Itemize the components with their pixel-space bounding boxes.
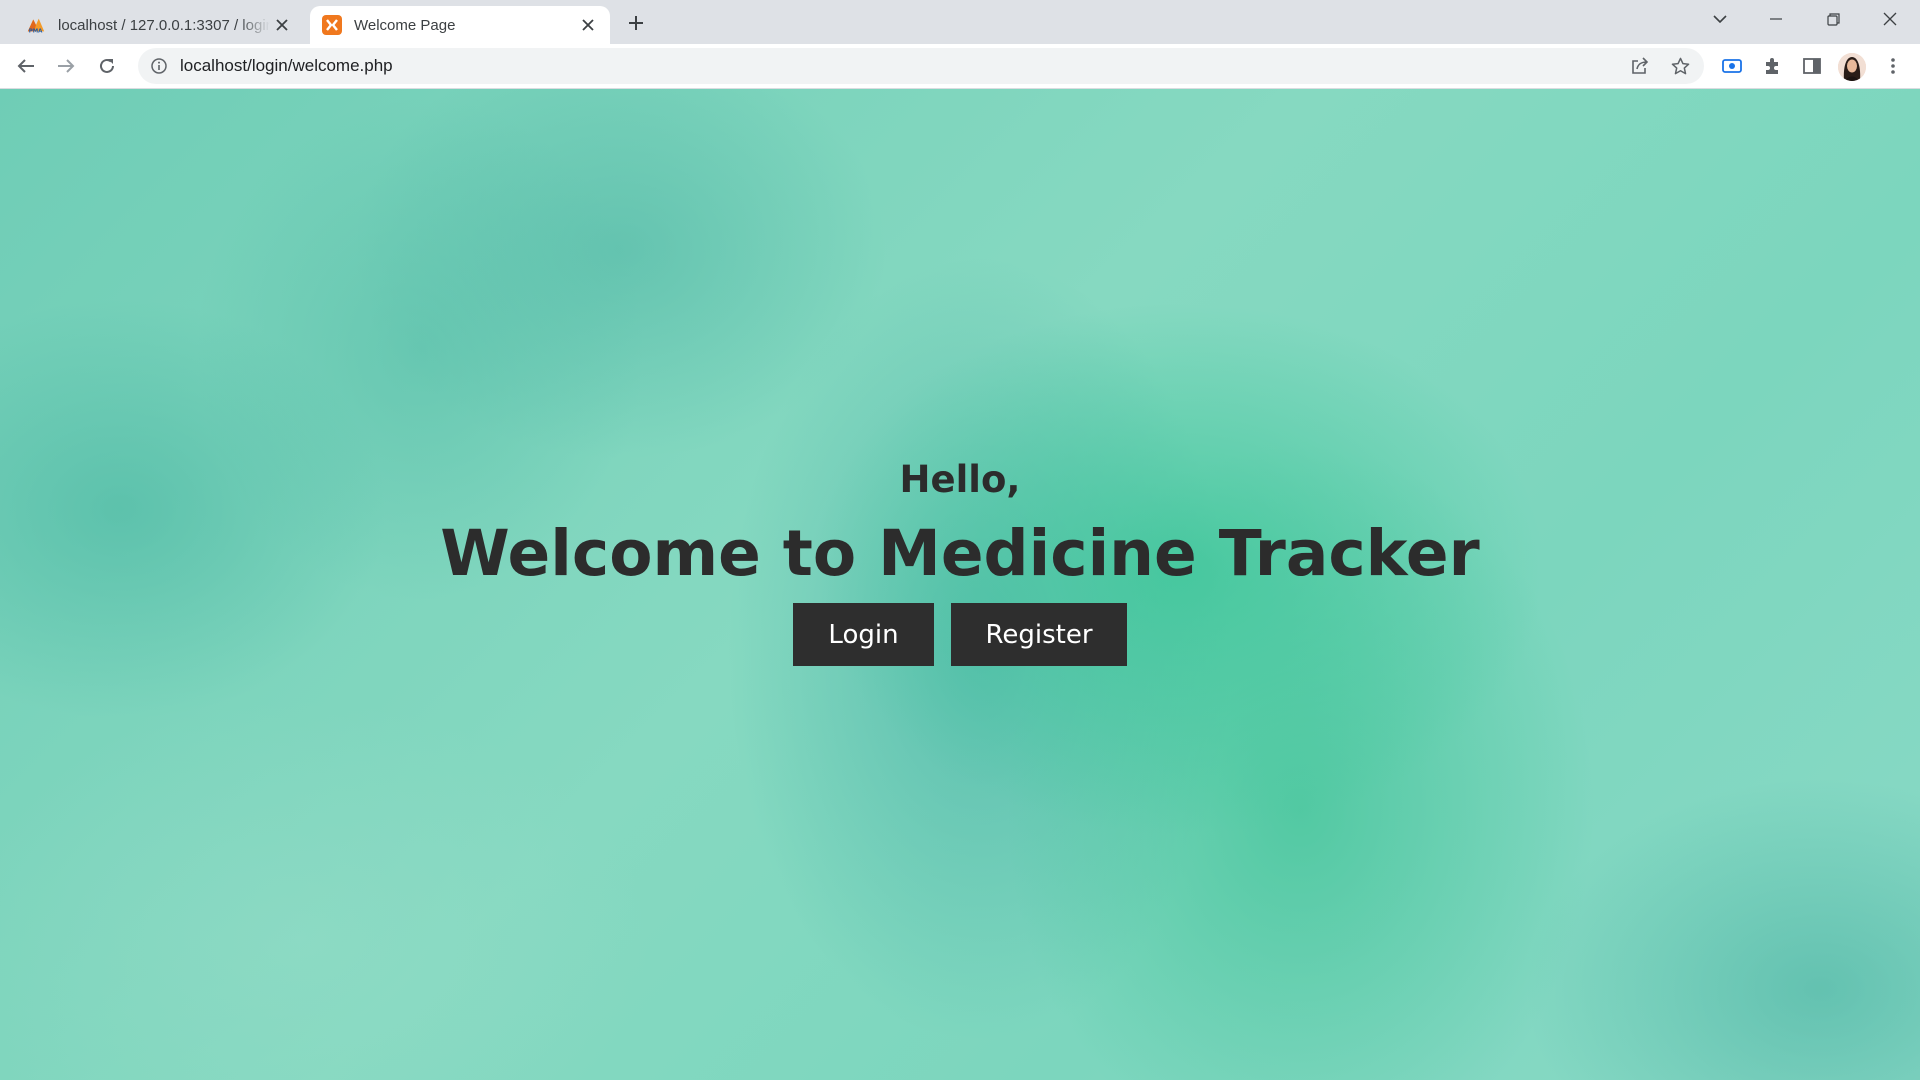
minimize-icon[interactable] [1748, 0, 1804, 38]
phpmyadmin-icon: PMA [26, 15, 46, 35]
page-viewport: Hello, Welcome to Medicine Tracker Login… [0, 89, 1920, 1080]
restore-icon[interactable] [1805, 0, 1861, 38]
extensions-icon[interactable] [1756, 50, 1788, 82]
screen-capture-icon[interactable] [1716, 50, 1748, 82]
side-panel-icon[interactable] [1796, 50, 1828, 82]
tab-title: localhost / 127.0.0.1:3307 / login [58, 16, 270, 34]
new-tab-icon[interactable] [622, 9, 650, 37]
url-text: localhost/login/welcome.php [180, 56, 393, 75]
tab-close-icon[interactable] [270, 13, 294, 37]
xampp-icon [322, 15, 342, 35]
register-button[interactable]: Register [951, 603, 1127, 666]
address-bar[interactable]: localhost/login/welcome.php [138, 48, 1704, 84]
forward-icon[interactable] [50, 50, 82, 82]
browser-toolbar: localhost/login/welcome.php [0, 44, 1920, 89]
close-icon[interactable] [1862, 0, 1918, 38]
tab-search-icon[interactable] [1692, 0, 1748, 38]
login-button[interactable]: Login [793, 603, 934, 666]
info-icon[interactable] [148, 55, 170, 77]
avatar[interactable] [1838, 53, 1866, 81]
svg-text:PMA: PMA [29, 28, 43, 34]
hero-section: Hello, Welcome to Medicine Tracker Login… [0, 89, 1920, 1080]
greeting-text: Hello, [899, 458, 1021, 501]
auth-buttons: Login Register [0, 603, 1920, 666]
tab-close-icon[interactable] [576, 13, 600, 37]
back-icon[interactable] [10, 50, 42, 82]
reload-icon[interactable] [91, 50, 123, 82]
tab-phpmyadmin[interactable]: PMA localhost / 127.0.0.1:3307 / login [14, 6, 304, 44]
star-icon[interactable] [1664, 50, 1696, 82]
share-icon[interactable] [1624, 50, 1656, 82]
tab-title: Welcome Page [354, 16, 456, 34]
page-title: Welcome to Medicine Tracker [440, 517, 1480, 590]
tab-welcome-page[interactable]: Welcome Page [310, 6, 610, 44]
tab-strip: PMA localhost / 127.0.0.1:3307 / login W… [0, 0, 1920, 44]
menu-icon[interactable] [1877, 50, 1909, 82]
